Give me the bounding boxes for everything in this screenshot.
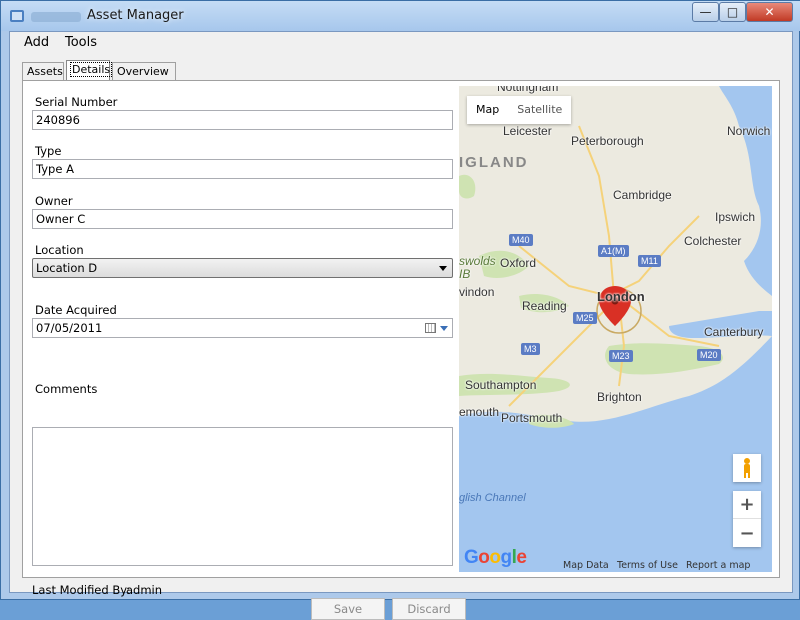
save-button[interactable]: Save: [311, 598, 385, 620]
chevron-down-icon[interactable]: [440, 326, 448, 331]
place-cambridge: Cambridge: [613, 188, 672, 202]
road-m3: M3: [521, 343, 540, 355]
place-southampton: Southampton: [465, 378, 537, 392]
owner-label: Owner: [35, 194, 73, 208]
client-area: Add Tools Assets Details Overview Serial…: [9, 31, 793, 620]
place-ipswich: Ipswich: [715, 210, 756, 224]
tab-assets[interactable]: Assets: [22, 62, 64, 80]
map-type-map-button[interactable]: Map: [467, 96, 508, 124]
road-m11: M11: [638, 255, 661, 267]
chevron-down-icon: [439, 266, 447, 271]
tab-overview[interactable]: Overview: [112, 62, 176, 80]
app-window: Asset Manager — □ ✕ Add Tools Assets Det…: [0, 0, 800, 620]
place-brighton: Brighton: [597, 390, 642, 404]
region-england: IGLAND: [459, 154, 529, 171]
date-acquired-picker[interactable]: 07/05/2011: [32, 318, 453, 338]
menu-tools[interactable]: Tools: [65, 35, 97, 50]
location-value: Location D: [36, 261, 98, 275]
title-bar[interactable]: Asset Manager — □ ✕: [1, 1, 800, 31]
type-field[interactable]: Type A: [32, 159, 453, 179]
last-modified-value: admin: [126, 583, 163, 597]
menu-add[interactable]: Add: [24, 35, 49, 50]
report-map-error-link[interactable]: Report a map error: [686, 560, 772, 572]
map-view[interactable]: Nottingham Leicester Peterborough Norwic…: [459, 86, 772, 572]
window-title: Asset Manager: [87, 8, 184, 23]
road-m40: M40: [509, 234, 533, 246]
place-oxford: Oxford: [500, 256, 537, 270]
place-norwich: Norwich: [727, 124, 771, 138]
last-modified-label: Last Modified By:: [32, 583, 131, 597]
road-m25: M25: [573, 312, 597, 324]
date-acquired-value: 07/05/2011: [36, 321, 103, 335]
place-cotswolds: swolds: [459, 254, 496, 268]
place-canterbury: Canterbury: [704, 325, 764, 339]
comments-label: Comments: [35, 382, 98, 396]
location-dropdown[interactable]: Location D: [32, 258, 453, 278]
owner-field[interactable]: Owner C: [32, 209, 453, 229]
road-m23: M23: [609, 350, 633, 362]
place-london: London: [597, 289, 645, 304]
place-english-channel: glish Channel: [459, 492, 526, 504]
zoom-control: + −: [733, 491, 761, 547]
terms-of-use-link[interactable]: Terms of Use: [617, 560, 678, 571]
place-bournemouth: emouth: [459, 405, 500, 419]
map-type-satellite-button[interactable]: Satellite: [508, 96, 571, 124]
place-peterborough: Peterborough: [571, 134, 644, 148]
place-nottingham: Nottingham: [497, 86, 559, 94]
google-logo[interactable]: Google: [464, 547, 527, 569]
place-reading: Reading: [522, 299, 567, 313]
tab-details-label: Details: [69, 62, 113, 77]
place-aonb: IB: [459, 267, 471, 281]
serial-number-label: Serial Number: [35, 95, 118, 109]
title-blurred-text: [31, 12, 81, 22]
place-colchester: Colchester: [684, 234, 742, 248]
road-a1m: A1(M): [598, 245, 629, 257]
type-label: Type: [35, 144, 62, 158]
zoom-out-button[interactable]: −: [733, 519, 761, 547]
date-acquired-label: Date Acquired: [35, 303, 117, 317]
place-portsmouth: Portsmouth: [501, 411, 563, 425]
place-leicester: Leicester: [503, 124, 552, 138]
tab-details[interactable]: Details: [66, 60, 113, 80]
location-label: Location: [35, 243, 84, 257]
comments-textarea[interactable]: [32, 427, 453, 566]
map-type-control: Map Satellite: [467, 96, 572, 124]
calendar-icon[interactable]: [425, 323, 436, 333]
serial-number-field[interactable]: 240896: [32, 110, 453, 130]
app-icon: [10, 10, 24, 22]
close-button[interactable]: ✕: [746, 2, 793, 22]
pegman-icon[interactable]: [733, 454, 761, 482]
maximize-button[interactable]: □: [719, 2, 746, 22]
road-m20: M20: [697, 349, 721, 361]
menu-bar: Add Tools: [10, 32, 792, 54]
discard-button[interactable]: Discard: [392, 598, 466, 620]
zoom-in-button[interactable]: +: [733, 491, 761, 519]
place-swindon: vindon: [459, 285, 495, 299]
map-data-link[interactable]: Map Data: [563, 560, 609, 571]
minimize-button[interactable]: —: [692, 2, 719, 22]
